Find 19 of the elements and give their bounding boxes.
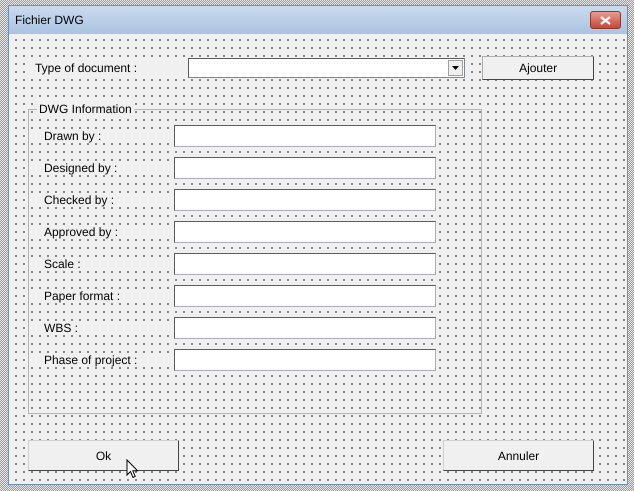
text-field[interactable] bbox=[174, 317, 436, 339]
add-button[interactable]: Ajouter bbox=[482, 56, 594, 80]
text-field[interactable] bbox=[174, 253, 436, 275]
text-field[interactable] bbox=[174, 189, 436, 211]
close-icon bbox=[600, 16, 611, 24]
field-label: Type of document : bbox=[28, 61, 188, 75]
text-field[interactable] bbox=[174, 349, 436, 371]
document-type-dropdown[interactable] bbox=[188, 58, 466, 78]
dropdown-button[interactable] bbox=[448, 60, 464, 76]
window-title: Fichier DWG bbox=[15, 13, 84, 27]
close-button[interactable] bbox=[590, 11, 621, 29]
dialog-button[interactable]: Ok bbox=[28, 440, 179, 471]
text-field[interactable] bbox=[174, 221, 436, 243]
text-field[interactable] bbox=[174, 125, 436, 147]
text-field[interactable] bbox=[174, 285, 436, 307]
text-field[interactable] bbox=[174, 157, 436, 179]
frame-title: DWG Information bbox=[37, 102, 134, 116]
cursor-icon bbox=[126, 459, 139, 479]
dialog-button[interactable]: Annuler bbox=[443, 440, 594, 471]
